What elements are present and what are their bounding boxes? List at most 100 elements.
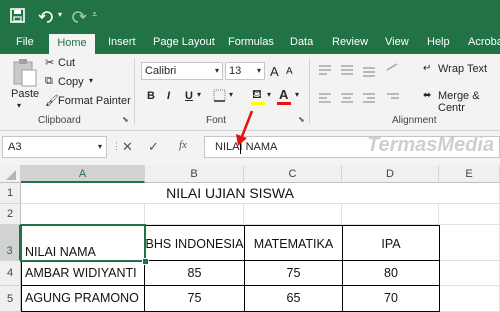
fill-dropdown-icon[interactable]: ▾ bbox=[267, 90, 271, 99]
header-cell-ipa[interactable]: IPA bbox=[342, 225, 440, 261]
undo-dropdown-icon[interactable]: ▾ bbox=[58, 10, 62, 19]
clipboard-launcher-icon[interactable]: ⬊ bbox=[122, 115, 129, 124]
cut-icon[interactable]: ✂ bbox=[45, 56, 54, 69]
wrap-text-icon[interactable]: ↵ bbox=[423, 63, 431, 74]
cell[interactable] bbox=[439, 183, 500, 204]
font-name-value: Calibri bbox=[145, 65, 177, 77]
copy-button[interactable]: Copy bbox=[58, 76, 84, 88]
format-painter-icon[interactable]: 🖌 bbox=[45, 94, 59, 107]
fill-handle[interactable] bbox=[142, 258, 149, 265]
tab-help[interactable]: Help bbox=[427, 32, 450, 54]
header-cell-matematika[interactable]: MATEMATIKA bbox=[244, 225, 343, 261]
tab-page-layout[interactable]: Page Layout bbox=[153, 32, 215, 54]
name-box[interactable]: A3 ▾ bbox=[2, 136, 107, 158]
column-header-e[interactable]: E bbox=[439, 165, 500, 183]
font-name-select[interactable]: Calibri ▾ bbox=[141, 62, 223, 80]
cell[interactable] bbox=[244, 204, 342, 225]
paste-icon[interactable] bbox=[10, 58, 38, 88]
select-all-corner[interactable] bbox=[0, 165, 21, 183]
cell[interactable] bbox=[21, 204, 145, 225]
font-size-select[interactable]: 13 ▾ bbox=[225, 62, 265, 80]
customize-icon[interactable]: ⩡ bbox=[92, 9, 97, 20]
watermark-logo: TermasMedia bbox=[367, 134, 495, 156]
annotation-arrow-icon bbox=[236, 110, 254, 146]
score-cell[interactable]: 75 bbox=[244, 260, 343, 286]
font-size-value: 13 bbox=[229, 65, 242, 77]
save-icon[interactable] bbox=[10, 8, 26, 24]
score-cell[interactable]: 65 bbox=[244, 285, 343, 312]
name-cell[interactable]: AMBAR WIDIYANTI bbox=[21, 260, 145, 286]
row-header-5[interactable]: 5 bbox=[0, 286, 21, 312]
chevron-down-icon[interactable]: ▾ bbox=[98, 137, 102, 157]
column-header-d[interactable]: D bbox=[342, 165, 439, 183]
fill-color-swatch bbox=[251, 102, 265, 105]
alignment-group-label: Alignment bbox=[392, 115, 437, 126]
row-header-2[interactable]: 2 bbox=[0, 204, 21, 225]
underline-dropdown-icon[interactable]: ▾ bbox=[197, 90, 201, 99]
row-header-1[interactable]: 1 bbox=[0, 183, 21, 204]
italic-button[interactable]: I bbox=[167, 90, 170, 102]
score-cell[interactable]: 75 bbox=[144, 285, 245, 312]
paste-label[interactable]: Paste bbox=[11, 88, 39, 100]
header-cell-bhs-indonesia[interactable]: BHS INDONESIA bbox=[144, 225, 245, 261]
more-icon: ⋮ bbox=[112, 141, 121, 151]
tab-formulas[interactable]: Formulas bbox=[228, 32, 274, 54]
shrink-font-icon[interactable]: A bbox=[286, 66, 293, 77]
worksheet-grid[interactable]: A B C D E 1 2 3 4 5 NILAI UJIAN SISWA NI… bbox=[0, 165, 500, 312]
cancel-icon[interactable]: ✕ bbox=[122, 139, 133, 155]
merge-icon[interactable]: ⬌ bbox=[423, 90, 431, 101]
column-header-a[interactable]: A bbox=[21, 165, 145, 183]
active-cell-selection bbox=[20, 224, 146, 262]
tab-view[interactable]: View bbox=[385, 32, 409, 54]
cut-button[interactable]: Cut bbox=[58, 57, 75, 69]
tab-review[interactable]: Review bbox=[332, 32, 368, 54]
score-cell[interactable]: 85 bbox=[144, 260, 245, 286]
font-group-label: Font bbox=[206, 115, 227, 126]
name-box-value: A3 bbox=[8, 141, 22, 153]
paste-dropdown-icon[interactable]: ▾ bbox=[17, 101, 21, 110]
borders-icon[interactable] bbox=[213, 89, 227, 103]
copy-dropdown-icon[interactable]: ▾ bbox=[89, 76, 93, 85]
sheet-title-cell[interactable]: NILAI UJIAN SISWA bbox=[21, 183, 439, 204]
tab-file[interactable]: File bbox=[16, 32, 34, 54]
bold-button[interactable]: B bbox=[147, 90, 155, 102]
tab-home[interactable]: Home bbox=[49, 34, 95, 54]
font-color-swatch bbox=[277, 102, 291, 105]
ribbon-tab-bar: File Home Insert Page Layout Formulas Da… bbox=[0, 32, 500, 54]
undo-icon[interactable] bbox=[38, 8, 58, 24]
font-color-dropdown-icon[interactable]: ▾ bbox=[295, 90, 299, 99]
borders-dropdown-icon[interactable]: ▾ bbox=[229, 90, 233, 99]
tab-insert[interactable]: Insert bbox=[108, 32, 136, 54]
cell[interactable] bbox=[440, 225, 500, 261]
row-header-3[interactable]: 3 bbox=[0, 225, 21, 261]
wrap-text-button[interactable]: Wrap Text bbox=[438, 63, 487, 75]
cell[interactable] bbox=[440, 286, 500, 312]
underline-button[interactable]: U bbox=[185, 90, 193, 102]
divider bbox=[309, 58, 310, 124]
fill-color-icon[interactable]: ⛾ bbox=[252, 87, 262, 103]
redo-icon[interactable] bbox=[70, 8, 88, 24]
enter-icon[interactable]: ✓ bbox=[148, 139, 159, 155]
row-header-4[interactable]: 4 bbox=[0, 261, 21, 286]
tab-data[interactable]: Data bbox=[290, 32, 313, 54]
cell[interactable] bbox=[440, 261, 500, 286]
name-cell[interactable]: AGUNG PRAMONO bbox=[21, 285, 145, 312]
divider bbox=[134, 58, 135, 124]
insert-function-icon[interactable]: fx bbox=[179, 139, 187, 151]
grow-font-icon[interactable]: A bbox=[270, 64, 279, 79]
font-color-icon[interactable]: A bbox=[279, 87, 288, 102]
cell[interactable] bbox=[439, 204, 500, 225]
clipboard-group-label: Clipboard bbox=[38, 115, 81, 126]
column-header-c[interactable]: C bbox=[244, 165, 342, 183]
format-painter-button[interactable]: Format Painter bbox=[58, 95, 131, 107]
score-cell[interactable]: 70 bbox=[342, 285, 440, 312]
tab-acrobat[interactable]: Acroba bbox=[468, 32, 500, 54]
merge-center-button[interactable]: Merge & Centr bbox=[438, 90, 500, 114]
copy-icon[interactable]: ⧉ bbox=[45, 75, 53, 88]
cell[interactable] bbox=[145, 204, 244, 225]
title-bar: ▾ ⩡ bbox=[0, 0, 500, 32]
score-cell[interactable]: 80 bbox=[342, 260, 440, 286]
font-launcher-icon[interactable]: ⬊ bbox=[298, 115, 305, 124]
cell[interactable] bbox=[342, 204, 439, 225]
column-header-b[interactable]: B bbox=[145, 165, 244, 183]
